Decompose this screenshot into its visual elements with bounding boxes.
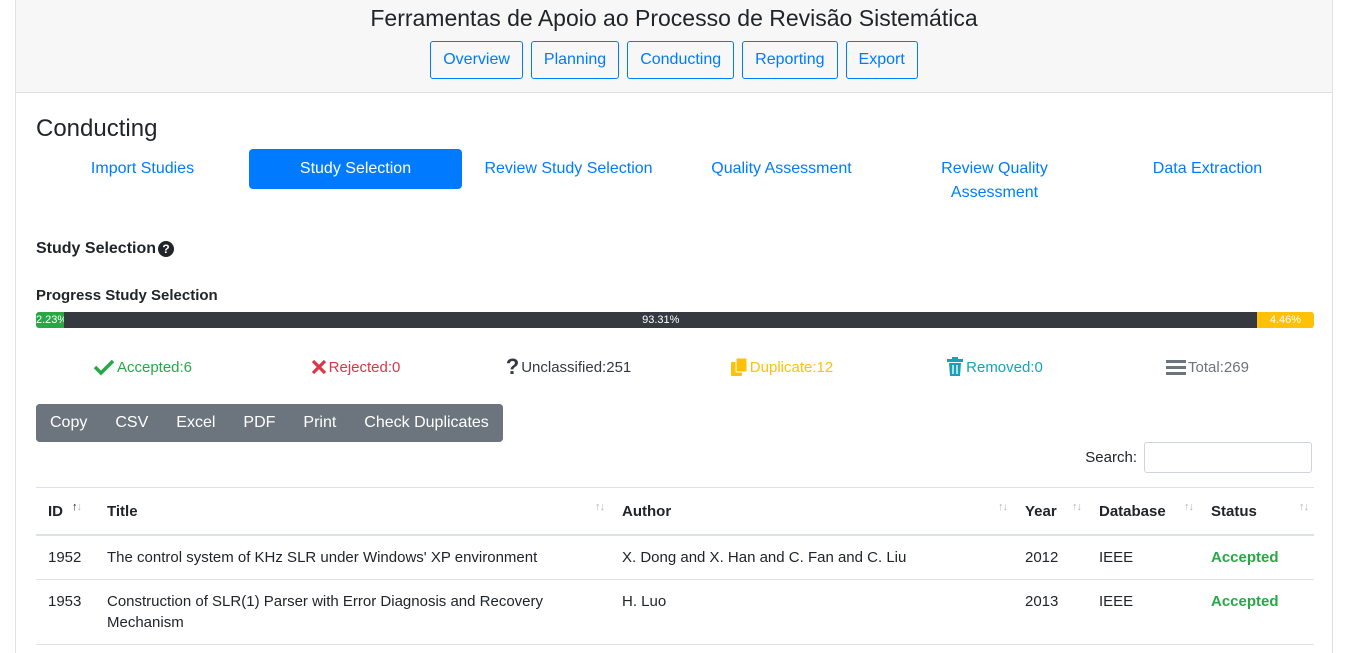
tab-label: Quality Assessment: [711, 160, 852, 177]
progress-accepted: 2.23%: [36, 312, 65, 328]
sort-icon: ↑↓: [1072, 501, 1082, 513]
selection-stats: Accepted:6 Rejected:0 ? Unclassified:251…: [36, 354, 1314, 380]
nav-overview-button[interactable]: Overview: [430, 41, 523, 79]
tab-data-extraction[interactable]: Data Extraction: [1101, 149, 1314, 209]
cell-id: 1952: [36, 535, 95, 580]
column-label: ID: [48, 502, 63, 520]
sort-icon: ↑↓: [998, 501, 1008, 513]
column-header-database[interactable]: Database ↑↓: [1087, 487, 1199, 536]
cell-database: IEEE: [1087, 535, 1199, 580]
cell-year: 2012: [1013, 535, 1087, 580]
export-toolbar: Copy CSV Excel PDF Print Check Duplicate…: [36, 404, 503, 442]
stat-label: Accepted:6: [116, 358, 193, 376]
progress-duplicate: 4.46%: [1256, 312, 1314, 328]
cell-status: Accepted: [1199, 535, 1314, 580]
cell-year: 2013: [1013, 579, 1087, 645]
column-header-author[interactable]: Author ↑↓: [610, 487, 1013, 536]
pdf-button[interactable]: PDF: [229, 404, 290, 442]
stat-label: Total:269: [1188, 358, 1249, 376]
stat-accepted: Accepted:6: [36, 354, 249, 380]
sort-asc-icon: ↑↓: [72, 501, 82, 513]
csv-button[interactable]: CSV: [101, 404, 163, 442]
tab-label: Review Study Selection: [484, 160, 653, 177]
question-circle-icon[interactable]: ?: [158, 241, 175, 257]
stat-label: Unclassified:251: [521, 358, 632, 376]
studies-table: ID ↑↓ Title ↑↓ Author ↑↓ Year ↑↓ Database ↑↓ …: [36, 487, 1314, 645]
copy-icon: [730, 357, 748, 376]
times-icon: [311, 359, 326, 375]
heading-text: Study Selection: [36, 240, 157, 257]
column-header-year[interactable]: Year ↑↓: [1013, 487, 1087, 536]
excel-button[interactable]: Excel: [162, 404, 230, 442]
question-icon: ?: [505, 354, 520, 379]
column-header-status[interactable]: Status ↑↓: [1199, 487, 1314, 536]
column-label: Author: [622, 502, 672, 520]
cell-author: X. Dong and X. Han and C. Fan and C. Liu: [610, 535, 1013, 580]
search-input[interactable]: [1144, 442, 1312, 473]
tab-review-quality-assessment[interactable]: Review Quality Assessment: [888, 149, 1101, 209]
trash-icon: [947, 357, 964, 376]
copy-button[interactable]: Copy: [36, 404, 102, 442]
sort-icon: ↑↓: [1184, 501, 1194, 513]
conducting-tabs: Import Studies Study Selection Review St…: [36, 149, 1314, 209]
tab-label: Data Extraction: [1152, 160, 1263, 177]
tab-label: Review Quality Assessment: [941, 160, 1048, 201]
bars-icon: [1166, 360, 1187, 375]
app-title: Ferramentas de Apoio ao Processo de Revi…: [370, 5, 978, 31]
stat-unclassified: ? Unclassified:251: [462, 354, 675, 380]
column-label: Status: [1211, 502, 1257, 520]
tab-label: Study Selection: [299, 160, 412, 177]
check-duplicates-button[interactable]: Check Duplicates: [350, 404, 503, 442]
table-row[interactable]: 1952 The control system of KHz SLR under…: [36, 535, 1314, 580]
cell-title: Construction of SLR(1) Parser with Error…: [95, 579, 610, 645]
nav-reporting-button[interactable]: Reporting: [742, 41, 838, 79]
column-label: Database: [1099, 502, 1166, 520]
stat-label: Removed:0: [966, 358, 1043, 376]
table-row[interactable]: 1953 Construction of SLR(1) Parser with …: [36, 579, 1314, 645]
stat-label: Rejected:0: [328, 358, 401, 376]
study-selection-heading: Study Selection ?: [36, 240, 175, 258]
tab-quality-assessment[interactable]: Quality Assessment: [675, 149, 888, 209]
stat-removed: Removed:0: [888, 354, 1101, 380]
stat-label: Duplicate:12: [749, 358, 834, 376]
column-header-title[interactable]: Title ↑↓: [95, 487, 610, 536]
cell-title: The control system of KHz SLR under Wind…: [95, 535, 610, 580]
nav-planning-button[interactable]: Planning: [530, 41, 620, 79]
column-label: Title: [107, 502, 138, 520]
tab-review-study-selection[interactable]: Review Study Selection: [462, 149, 675, 209]
tab-study-selection[interactable]: Study Selection: [249, 149, 462, 189]
sort-icon: ↑↓: [1299, 501, 1309, 513]
print-button[interactable]: Print: [289, 404, 351, 442]
cell-status: Accepted: [1199, 579, 1314, 645]
cell-database: IEEE: [1087, 579, 1199, 645]
page-frame: Ferramentas de Apoio ao Processo de Revi…: [15, 0, 1333, 653]
column-label: Year: [1025, 502, 1057, 520]
page-title: Conducting: [36, 115, 158, 142]
stat-total: Total:269: [1101, 354, 1314, 380]
stat-rejected: Rejected:0: [249, 354, 462, 380]
tab-label: Import Studies: [90, 160, 195, 177]
nav-export-button[interactable]: Export: [845, 41, 918, 79]
top-header: Ferramentas de Apoio ao Processo de Revi…: [16, 0, 1332, 93]
cell-author: H. Luo: [610, 579, 1013, 645]
nav-conducting-button[interactable]: Conducting: [627, 41, 735, 79]
progress-label: Progress Study Selection: [36, 287, 218, 304]
table-header-row: ID ↑↓ Title ↑↓ Author ↑↓ Year ↑↓ Database ↑↓ …: [36, 487, 1314, 536]
tab-import-studies[interactable]: Import Studies: [36, 149, 249, 209]
stat-duplicate: Duplicate:12: [675, 354, 888, 380]
check-icon: [93, 359, 115, 376]
table-search: Search:: [1085, 442, 1312, 473]
sort-icon: ↑↓: [595, 501, 605, 513]
cell-id: 1953: [36, 579, 95, 645]
main-nav: Overview Planning Conducting Reporting E…: [16, 41, 1332, 79]
column-header-id[interactable]: ID ↑↓: [36, 487, 95, 536]
search-label: Search:: [1085, 449, 1137, 466]
progress-bar: 2.23% 93.31% 4.46%: [36, 312, 1314, 328]
progress-unclassified: 93.31%: [64, 312, 1257, 328]
